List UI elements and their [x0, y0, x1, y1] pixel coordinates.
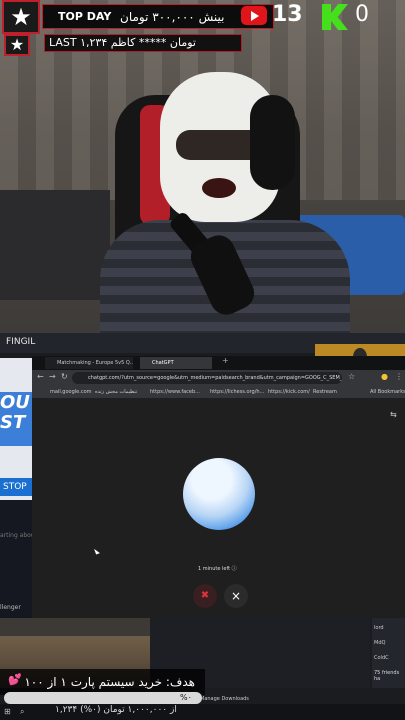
goal-percent: %۰: [180, 693, 192, 702]
bookmark-item[interactable]: mail.google.com: [50, 387, 92, 397]
windows-start-icon[interactable]: ⊞: [4, 707, 11, 716]
stop-button[interactable]: STOP: [0, 478, 33, 496]
tab-chatgpt[interactable]: ChatGPT: [140, 357, 212, 369]
star-icon: ★: [2, 0, 40, 34]
reload-icon[interactable]: ↻: [61, 372, 68, 381]
mic-off-icon: ✖: [200, 590, 210, 601]
bookmark-star-icon[interactable]: ☆: [348, 372, 355, 381]
heart-emoji-icon: 💕: [8, 673, 22, 686]
profile-icon[interactable]: ●: [381, 372, 388, 381]
bookmark-item[interactable]: تنظیمات مخش زنده: [95, 387, 137, 397]
top-donation-text: بینش ۳۰۰,۰۰۰ تومان: [120, 10, 225, 24]
new-tab-icon[interactable]: +: [222, 356, 229, 365]
youtube-viewer-count: 13: [272, 2, 303, 27]
close-icon: ×: [230, 589, 242, 603]
voice-orb: [183, 458, 255, 530]
game-capture-top: [0, 618, 150, 636]
bookmark-item[interactable]: https://lichess.org/h...: [210, 387, 264, 397]
left-app-lower: [0, 500, 32, 618]
friend-item[interactable]: ColdC: [374, 655, 389, 661]
search-icon[interactable]: ⌕: [20, 707, 24, 717]
goal-progress-bar: [4, 692, 202, 704]
star-icon: ★: [4, 34, 30, 56]
mask-mouth-opening: [202, 178, 236, 198]
back-icon[interactable]: ←: [37, 372, 44, 381]
friends-count: 75 friends ha: [374, 670, 400, 682]
kick-viewer-count: 0: [355, 2, 369, 27]
menu-icon[interactable]: ⋮: [395, 372, 403, 381]
mute-mic-button[interactable]: ✖: [193, 584, 217, 608]
youtube-icon: [241, 6, 267, 25]
all-bookmarks[interactable]: All Bookmarks: [370, 387, 405, 397]
left-app-text: llenger: [0, 604, 21, 611]
goal-amount-text: ۱,۲۳۴ از ۱,۰۰۰,۰۰۰ تومان (۰%): [55, 705, 177, 715]
bookmark-item[interactable]: https://www.faceb...: [150, 387, 200, 397]
time-left-label: 1 minute left ⓘ: [198, 566, 237, 572]
settings-icon[interactable]: ⇆: [390, 410, 397, 419]
friend-item[interactable]: lord: [374, 625, 384, 631]
last-donation-bar: LAST ۱,۲۳۴ تومان ***** کاظم: [44, 34, 242, 52]
headphones: [250, 95, 295, 190]
bookmark-item[interactable]: Restream: [313, 387, 337, 397]
downloads-label[interactable]: Manage Downloads: [200, 696, 249, 702]
shelf: [0, 190, 110, 300]
friend-item[interactable]: MdQ: [374, 640, 385, 646]
bookmark-item[interactable]: https://kick.com/: [268, 387, 310, 397]
forward-icon[interactable]: →: [49, 372, 56, 381]
window-label: FINGIL: [6, 337, 36, 347]
close-voice-button[interactable]: ×: [224, 584, 248, 608]
tab-matchmaking[interactable]: Matchmaking - Europe 5v5 Q...: [45, 357, 133, 369]
left-app-title: OU ST: [0, 392, 30, 433]
address-bar[interactable]: chatgpt.com/?utm_source=google&utm_mediu…: [72, 372, 342, 384]
top-day-label: TOP DAY: [58, 10, 112, 23]
